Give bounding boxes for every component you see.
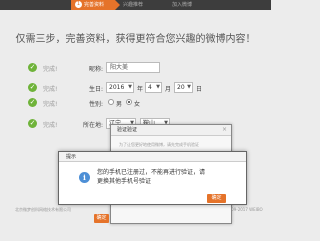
page-title: 仅需三步，完善资料，获得更符合您兴趣的微博内容！ [15, 34, 256, 45]
birth-month-select[interactable]: 4 ▼ [145, 82, 162, 93]
check-icon: ✓ [28, 119, 37, 128]
nickname-row: ✓ 完成! 昵称: 阳大美 [28, 62, 248, 74]
gender-label: 性别: [88, 101, 103, 108]
step-label: 完善资料 [84, 2, 105, 8]
gender-row: ✓ 完成! 性别: 男 女 [28, 97, 248, 109]
birth-day-select[interactable]: 20 ▼ [174, 82, 193, 93]
alert-message: 您的手机已注册过，不能再进行验证，请更换其他手机号验证 [97, 169, 206, 185]
close-icon[interactable]: × [222, 126, 227, 133]
footer-company: 北京微梦创科网络技术有限公司 [15, 207, 71, 212]
check-icon: ✓ [28, 83, 37, 92]
day-unit: 日 [196, 86, 203, 93]
done-label: 完成! [43, 101, 58, 108]
done-label: 完成! [43, 66, 58, 73]
done-label: 完成! [43, 122, 58, 129]
birthday-label: 生日: [88, 86, 103, 93]
confirm-button[interactable]: 确定 [94, 214, 109, 223]
nickname-input[interactable]: 阳大美 [106, 62, 160, 73]
gender-female-radio[interactable] [126, 99, 132, 105]
month-unit: 月 [165, 86, 172, 93]
progress-bar: 1 完善资料 兴趣推荐 加入微博 [0, 0, 271, 10]
step-arrow-icon [115, 0, 120, 10]
chevron-down-icon: ▼ [128, 84, 132, 90]
step-number: 1 [75, 1, 82, 8]
year-unit: 年 [137, 86, 144, 93]
gender-female-label: 女 [134, 101, 141, 108]
gender-male-radio[interactable] [108, 99, 114, 105]
chevron-down-icon: ▼ [187, 84, 191, 90]
nickname-label: 昵称: [88, 66, 103, 73]
step-interests: 兴趣推荐 [123, 2, 144, 8]
birth-year-select[interactable]: 2016 ▼ [106, 82, 134, 93]
birthday-row: ✓ 完成! 生日: 2016 ▼ 年 4 ▼ 月 20 ▼ 日 [28, 82, 248, 94]
location-label: 所在地: [82, 122, 103, 129]
info-icon: i [79, 172, 90, 183]
check-icon: ✓ [28, 63, 37, 72]
step-complete-profile: 1 完善资料 [71, 0, 120, 10]
alert-dialog: 提示 i 您的手机已注册过，不能再进行验证，请更换其他手机号验证 确定 [58, 151, 247, 205]
chevron-down-icon: ▼ [156, 84, 160, 90]
step-join-weibo: 加入微博 [172, 2, 193, 8]
dialog-title: 验证验证 [111, 125, 231, 136]
dialog-message: 为了让您更好地使用微博，请先完成手机验证 [119, 142, 199, 147]
ok-button[interactable]: 确定 [207, 194, 226, 203]
check-icon: ✓ [28, 98, 37, 107]
alert-title: 提示 [59, 152, 246, 162]
gender-male-label: 男 [116, 101, 123, 108]
done-label: 完成! [43, 86, 58, 93]
